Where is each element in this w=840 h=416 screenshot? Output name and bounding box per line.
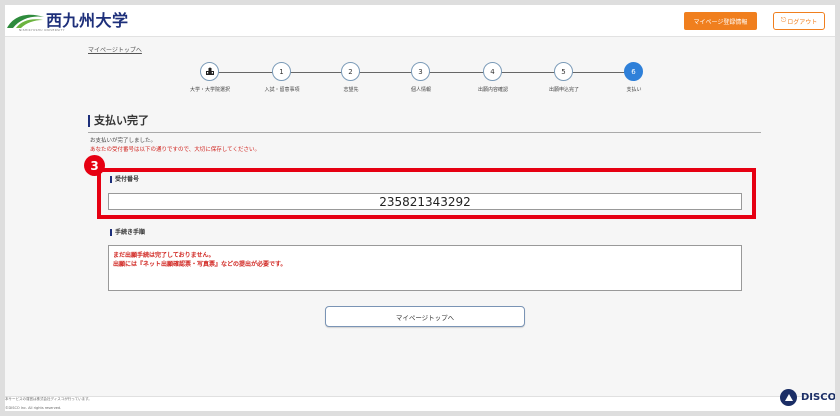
payment-complete-message: お支払いが完了しました。	[90, 138, 157, 144]
mypage-top-button[interactable]: マイページトップへ	[325, 306, 525, 327]
footer: 本サービスの運営は株式会社ディスコが行っています。 ©DISCO Inc. Al…	[5, 389, 835, 411]
page-frame: NISHIKYUSHU UNIVERSITY 西九州大学 マイページ登録情報 ⎋…	[5, 5, 835, 411]
disco-logo-icon	[780, 389, 797, 406]
step-5: 5	[554, 62, 573, 81]
procedure-line-1: まだ出願手続は完了しておりません。	[113, 252, 215, 259]
step-label-2: 志望先	[343, 87, 359, 93]
step-label-4: 出願内容確認	[477, 87, 509, 93]
page-title: 支払い完了	[88, 115, 149, 127]
disco-brand-text: DISCO	[801, 392, 835, 403]
receipt-highlight-frame	[97, 168, 756, 219]
step-1: 1	[272, 62, 291, 81]
step-badge: 3	[84, 155, 105, 176]
step-6-active: 6	[624, 62, 643, 81]
procedure-box: まだ出願手続は完了しておりません。 出願には『ネット出願確認票・写真票』などの提…	[108, 245, 742, 291]
save-receipt-notice: あなたの受付番号は以下の通りですので、大切に保存してください。	[90, 147, 260, 153]
step-0-school	[200, 62, 219, 81]
school-icon	[205, 67, 214, 75]
step-label-6: 支払い	[626, 87, 642, 93]
step-label-5: 出願申込完了	[548, 87, 580, 93]
progress-stepper: 1 2 3 4 5 6 大学・大学院選択 入試・留意事項 志望先 個人情報 出願…	[5, 5, 835, 105]
procedure-label: 手続き手順	[110, 229, 145, 236]
step-label-1: 入試・留意事項	[264, 87, 300, 93]
step-label-3: 個人情報	[410, 87, 432, 93]
procedure-line-2: 出願には『ネット出願確認票・写真票』などの提出が必要です。	[113, 261, 287, 268]
step-4: 4	[483, 62, 502, 81]
step-2: 2	[341, 62, 360, 81]
footer-copyright: ©DISCO Inc. All rights reserved.	[5, 406, 62, 410]
footer-operator-text: 本サービスの運営は株式会社ディスコが行っています。	[5, 397, 92, 401]
title-divider	[88, 132, 761, 133]
step-3: 3	[411, 62, 430, 81]
step-label-0: 大学・大学院選択	[189, 87, 231, 93]
